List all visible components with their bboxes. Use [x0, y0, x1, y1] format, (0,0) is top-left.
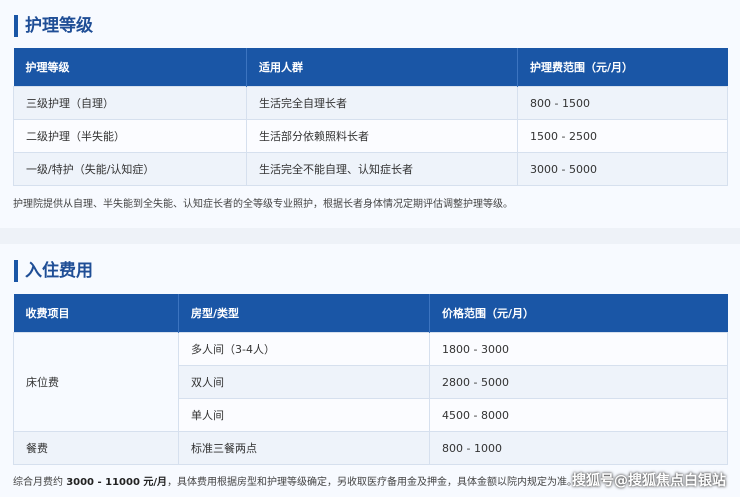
cell-price: 4500 - 8000 [429, 398, 728, 432]
cell-level: 二级护理（半失能） [13, 119, 247, 153]
table-row: 餐费 标准三餐两点 800 - 1000 [13, 431, 728, 465]
table-row: 一级/特护（失能/认知症） 生活完全不能自理、认知症长者 3000 - 5000 [13, 152, 728, 186]
cell-fee: 1500 - 2500 [517, 119, 728, 153]
header-room-type: 房型/类型 [178, 294, 430, 333]
cell-price: 2800 - 5000 [429, 365, 728, 399]
cell-meal-fee: 餐费 [13, 431, 179, 465]
cell-level: 三级护理（自理） [13, 86, 247, 120]
cell-price: 1800 - 3000 [429, 332, 728, 366]
care-level-heading: 护理等级 [14, 15, 93, 37]
table-row: 二级护理（半失能） 生活部分依赖照料长者 1500 - 2500 [13, 119, 728, 153]
fees-note-prefix: 综合月费约 [13, 477, 67, 488]
fees-heading: 入住费用 [14, 260, 93, 282]
fees-table: 收费项目 房型/类型 价格范围（元/月） 床位费 多人间（3-4人） 1800 … [13, 294, 728, 465]
fees-note: 综合月费约 3000 - 11000 元/月，具体费用根据房型和护理等级确定，另… [13, 473, 577, 488]
care-level-note: 护理院提供从自理、半失能到全失能、认知症长者的全等级专业照护，根据长者身体情况定… [13, 199, 513, 210]
table-header-row: 护理等级 适用人群 护理费范围（元/月） [13, 48, 728, 87]
cell-room-type: 标准三餐两点 [178, 431, 430, 465]
cell-fee: 800 - 1500 [517, 86, 728, 120]
table-row: 三级护理（自理） 生活完全自理长者 800 - 1500 [13, 86, 728, 120]
cell-fee: 3000 - 5000 [517, 152, 728, 186]
cell-price: 800 - 1000 [429, 431, 728, 465]
header-care-fee: 护理费范围（元/月） [517, 48, 728, 87]
header-fee-item: 收费项目 [13, 294, 179, 333]
care-level-table: 护理等级 适用人群 护理费范围（元/月） 三级护理（自理） 生活完全自理长者 8… [13, 48, 728, 186]
table-row: 床位费 多人间（3-4人） 1800 - 3000 [13, 332, 728, 432]
header-care-level: 护理等级 [13, 48, 247, 87]
cell-bed-fee: 床位费 [13, 332, 179, 432]
cell-room-type: 双人间 [178, 365, 430, 399]
fees-note-total: 3000 - 11000 元/月 [66, 477, 168, 488]
care-level-card: 护理等级 护理等级 适用人群 护理费范围（元/月） 三级护理（自理） 生活完全自… [0, 0, 740, 228]
cell-room-type: 多人间（3-4人） [178, 332, 430, 366]
cell-group: 生活部分依赖照料长者 [246, 119, 518, 153]
cell-room-type: 单人间 [178, 398, 430, 432]
cell-group: 生活完全自理长者 [246, 86, 518, 120]
cell-group: 生活完全不能自理、认知症长者 [246, 152, 518, 186]
header-price-range: 价格范围（元/月） [429, 294, 728, 333]
table-header-row: 收费项目 房型/类型 价格范围（元/月） [13, 294, 728, 333]
fees-card: 入住费用 收费项目 房型/类型 价格范围（元/月） 床位费 多人间（3-4人） … [0, 244, 740, 497]
watermark: 搜狐号@搜狐焦点白银站 [572, 473, 726, 489]
cell-level: 一级/特护（失能/认知症） [13, 152, 247, 186]
header-target-group: 适用人群 [246, 48, 518, 87]
fees-note-suffix: ，具体费用根据房型和护理等级确定，另收取医疗备用金及押金，具体金额以院内规定为准… [167, 477, 578, 488]
